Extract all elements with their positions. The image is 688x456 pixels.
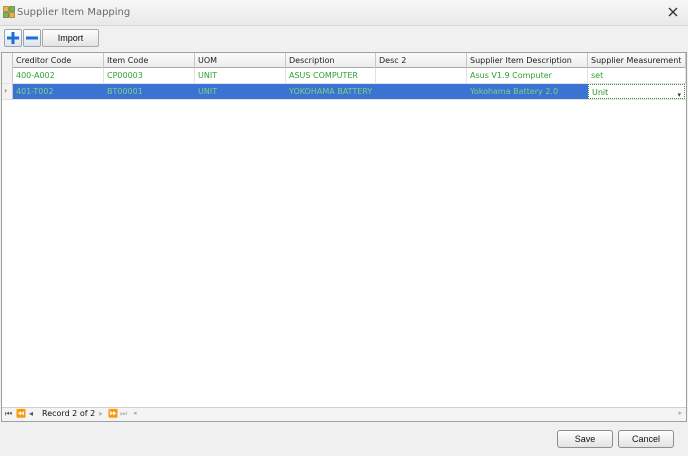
previous-page-icon[interactable]: ⏪ (16, 409, 26, 418)
remove-button[interactable] (23, 29, 41, 47)
table-row[interactable]: 400-A002 CP00003 UNIT ASUS COMPUTER Asus… (2, 68, 686, 84)
cell-description[interactable]: YOKOHAMA BATTERY (286, 84, 376, 99)
minus-icon (26, 36, 38, 40)
cancel-button[interactable]: Cancel (618, 430, 674, 448)
record-counter: Record 2 of 2 (42, 409, 96, 418)
cell-item-code[interactable]: CP00003 (104, 68, 195, 83)
close-icon[interactable] (667, 6, 679, 18)
grid-header: Creditor Code Item Code UOM Description … (2, 53, 686, 68)
column-header-item-code[interactable]: Item Code (104, 53, 195, 68)
last-record-icon[interactable]: ⏭ (120, 409, 127, 419)
row-indicator[interactable] (2, 68, 13, 83)
supplier-measurement-combo[interactable]: Unit ▾ (588, 84, 685, 99)
chevron-down-icon[interactable]: ▾ (677, 88, 681, 98)
scroll-left-icon[interactable]: ◂ (133, 409, 137, 417)
column-header-uom[interactable]: UOM (195, 53, 286, 68)
next-page-icon[interactable]: ⏩ (108, 409, 118, 418)
cell-supplier-measurement[interactable]: set (588, 68, 686, 83)
import-button[interactable]: Import (42, 29, 99, 47)
cell-uom[interactable]: UNIT (195, 68, 286, 83)
toolbar: Import (0, 27, 688, 49)
scroll-right-icon[interactable]: ▸ (678, 409, 682, 417)
add-button[interactable] (4, 29, 22, 47)
column-header-creditor-code[interactable]: Creditor Code (13, 53, 104, 68)
record-navigator: ⏮ ⏪ ◂ Record 2 of 2 ▸ ⏩ ⏭ ◂ ▸ (2, 407, 686, 421)
app-grid-icon (3, 6, 15, 18)
cell-supplier-item-description[interactable]: Yokohama Battery 2.0 (467, 84, 588, 99)
column-header-description[interactable]: Description (286, 53, 376, 68)
cell-desc-2[interactable] (376, 68, 467, 83)
previous-record-icon[interactable]: ◂ (29, 409, 33, 418)
current-row-arrow-icon: › (4, 86, 8, 95)
mapping-grid[interactable]: Creditor Code Item Code UOM Description … (1, 52, 687, 422)
column-header-supplier-item-description[interactable]: Supplier Item Description (467, 53, 588, 68)
next-record-icon[interactable]: ▸ (99, 409, 103, 418)
table-row-selected[interactable]: › 401-T002 BT00001 UNIT YOKOHAMA BATTERY… (2, 84, 686, 100)
cell-supplier-item-description[interactable]: Asus V1.9 Computer (467, 68, 588, 83)
cell-creditor-code[interactable]: 400-A002 (13, 68, 104, 83)
cell-description[interactable]: ASUS COMPUTER (286, 68, 376, 83)
column-header-desc-2[interactable]: Desc 2 (376, 53, 467, 68)
cell-uom[interactable]: UNIT (195, 84, 286, 99)
plus-icon (7, 32, 19, 44)
first-record-icon[interactable]: ⏮ (5, 409, 12, 419)
cell-desc-2[interactable] (376, 84, 467, 99)
row-indicator-header (2, 53, 13, 68)
cell-creditor-code[interactable]: 401-T002 (13, 84, 104, 99)
column-header-supplier-measurement[interactable]: Supplier Measurement (588, 53, 686, 68)
combo-value: Unit (592, 88, 609, 97)
cell-item-code[interactable]: BT00001 (104, 84, 195, 99)
save-button[interactable]: Save (557, 430, 613, 448)
row-indicator[interactable]: › (2, 84, 13, 99)
window-title: Supplier Item Mapping (17, 7, 131, 18)
title-bar: Supplier Item Mapping (0, 0, 688, 26)
